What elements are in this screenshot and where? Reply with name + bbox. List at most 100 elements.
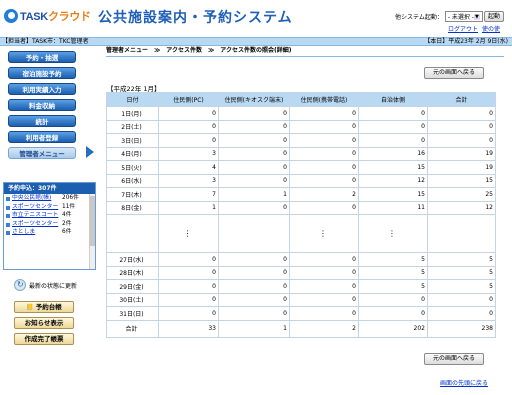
- column-header: 住民側(携帯電話): [289, 92, 359, 107]
- table-cell: 0: [218, 133, 290, 148]
- table-cell: 0: [289, 146, 359, 161]
- table-cell: 31日(日): [106, 306, 159, 321]
- table-cell: 15: [427, 173, 496, 188]
- launch-button[interactable]: 起動: [484, 11, 504, 22]
- table-row: 3日(日) 0 0 0 0 0: [106, 133, 496, 148]
- logo-mark-icon: [4, 9, 18, 23]
- today-label: 【本日】平成23年 2月 9日(水): [424, 38, 508, 45]
- reservation-item[interactable]: 市立テニスコート 4件: [4, 211, 95, 220]
- table-row: 29日(金) 0 0 0 5 5: [106, 279, 496, 294]
- table-cell: 0: [289, 306, 359, 321]
- divider: [106, 56, 504, 57]
- menu-shukuhaku[interactable]: 宿泊施設予約: [8, 67, 76, 79]
- table-cell: 0: [358, 133, 428, 148]
- table-cell: 0: [158, 252, 219, 267]
- return-button-top[interactable]: 元の画面へ戻る: [424, 67, 484, 79]
- ledger-button[interactable]: 予約台帳: [14, 301, 74, 313]
- logo: TASKクラウド: [4, 8, 91, 24]
- table-cell: 0: [289, 160, 359, 175]
- table-cell: 5: [358, 252, 428, 267]
- menu-tokei[interactable]: 統計: [8, 115, 76, 127]
- table-cell: 0: [289, 119, 359, 134]
- reservation-item[interactable]: 中央公民館(帳) 206件: [4, 194, 95, 203]
- reservation-header: 予約申込：307件: [4, 183, 95, 194]
- table-cell: 5: [427, 265, 496, 280]
- table-cell: 1: [218, 187, 290, 202]
- logout-link[interactable]: ログアウト: [448, 26, 478, 33]
- help-link[interactable]: 使の使: [482, 26, 500, 33]
- table-cell: [427, 214, 496, 253]
- menu-yoyaku[interactable]: 予約・抽選: [8, 51, 76, 63]
- table-cell: 2日(土): [106, 119, 159, 134]
- table-cell: 3日(日): [106, 133, 159, 148]
- table-row: 7日(木) 7 1 2 15 25: [106, 187, 496, 202]
- table-cell: 27日(水): [106, 252, 159, 267]
- table-row: 31日(日) 0 0 0 0 0: [106, 306, 496, 321]
- table-cell: ⋮: [358, 214, 428, 253]
- table-cell: 0: [158, 306, 219, 321]
- sidebar: 予約・抽選 宿泊施設予約 利用実績入力 料金収納 統計 利用者登録 管理者メニュ…: [0, 47, 100, 395]
- table-cell: 1: [218, 319, 290, 338]
- menu-kanrisha[interactable]: 管理者メニュー: [8, 147, 76, 159]
- table-cell: 0: [218, 200, 290, 215]
- table-cell: 0: [218, 292, 290, 307]
- menu-jisseki[interactable]: 利用実績入力: [8, 83, 76, 95]
- table-row: 8日(金) 1 0 0 11 12: [106, 200, 496, 215]
- table-cell: 0: [158, 292, 219, 307]
- table-cell: 0: [427, 119, 496, 134]
- table-row: 6日(水) 3 0 0 12 15: [106, 173, 496, 188]
- table-cell: 0: [218, 173, 290, 188]
- chevron-down-icon: ▼: [473, 13, 480, 20]
- reservation-item[interactable]: スポーツセンター 2件: [4, 220, 95, 229]
- column-header: 日付: [106, 92, 159, 107]
- reservation-scrollbar[interactable]: [89, 194, 95, 269]
- table-cell: 25: [427, 187, 496, 202]
- table-cell: 5: [358, 279, 428, 294]
- table-cell: 0: [289, 252, 359, 267]
- refresh-button[interactable]: 最新の状態に更新: [14, 279, 77, 291]
- table-cell: 5日(火): [106, 160, 159, 175]
- menu-riyosha[interactable]: 利用者登録: [8, 131, 76, 143]
- table-cell: 0: [158, 106, 219, 121]
- table-cell: 19: [427, 160, 496, 175]
- status-bar: 【担当者】TASK市：TKC管理者 【本日】平成23年 2月 9日(水): [0, 37, 512, 46]
- current-menu-arrow-icon: [86, 146, 94, 158]
- table-cell: 0: [158, 119, 219, 134]
- table-cell: [106, 214, 159, 253]
- table-cell: 0: [289, 279, 359, 294]
- return-button-bottom[interactable]: 元の画面へ戻る: [424, 353, 484, 365]
- table-cell: 7日(木): [106, 187, 159, 202]
- table-row: 27日(水) 0 0 0 5 5: [106, 252, 496, 267]
- notice-button[interactable]: お知らせ表示: [14, 317, 74, 329]
- system-select[interactable]: - 未選択 - ▼: [444, 11, 483, 22]
- table-cell: 0: [218, 306, 290, 321]
- complete-report-button[interactable]: 作成完了帳票: [14, 333, 74, 345]
- table-cell: 19: [427, 146, 496, 161]
- table-row: 28日(木) 0 0 0 5 5: [106, 265, 496, 280]
- menu-ryokin[interactable]: 料金収納: [8, 99, 76, 111]
- table-cell: 0: [289, 173, 359, 188]
- reservation-item[interactable]: さとしま 6件: [4, 228, 95, 237]
- table-cell: 15: [358, 187, 428, 202]
- table-cell: 5: [358, 265, 428, 280]
- table-cell: 8日(金): [106, 200, 159, 215]
- table-cell: 0: [289, 106, 359, 121]
- table-cell: 0: [289, 133, 359, 148]
- table-cell: 12: [427, 200, 496, 215]
- table-cell: 0: [358, 306, 428, 321]
- table-cell: 0: [427, 306, 496, 321]
- table-cell: 合計: [106, 319, 159, 338]
- table-cell: 33: [158, 319, 219, 338]
- table-cell: 3: [158, 146, 219, 161]
- reservation-item[interactable]: スポーツセンター 11件: [4, 203, 95, 212]
- column-header: 合計: [427, 92, 496, 107]
- reservation-panel: 予約申込：307件 中央公民館(帳) 206件 スポーツセンター 11件 市立テニス…: [3, 182, 96, 270]
- system-title: 公共施設案内・予約システム: [98, 10, 293, 26]
- table-cell: 0: [218, 160, 290, 175]
- breadcrumb: 管理者メニュー ≫ アクセス件数 ≫ アクセス件数の照会(詳細): [106, 47, 292, 54]
- table-cell: ⋮: [158, 214, 219, 253]
- back-to-top-link[interactable]: 画面の先頭に戻る: [440, 378, 488, 387]
- table-cell: 15: [358, 160, 428, 175]
- table-cell: 5: [427, 252, 496, 267]
- table-cell: 238: [427, 319, 496, 338]
